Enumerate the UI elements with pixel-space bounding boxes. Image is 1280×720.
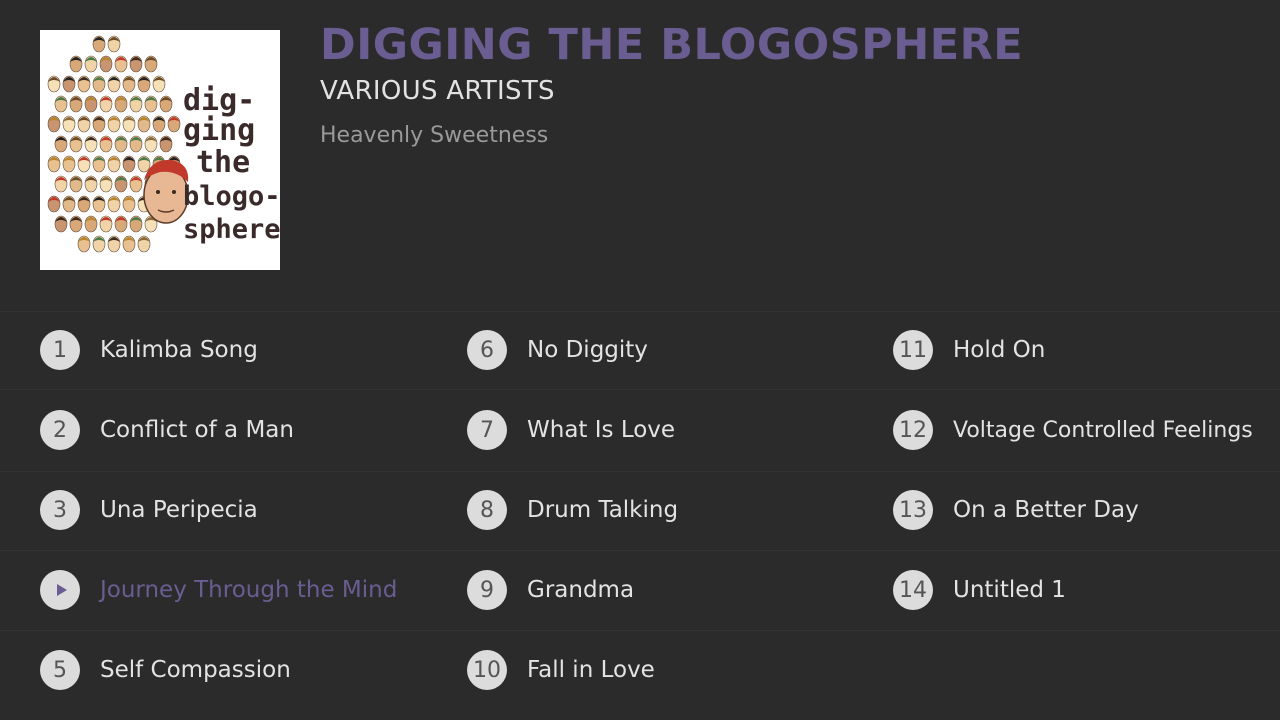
album-cover[interactable]: dig- ging the blogo- sphere <box>40 30 280 270</box>
album-artist[interactable]: VARIOUS ARTISTS <box>320 76 555 106</box>
track-number-badge: 10 <box>467 650 507 690</box>
play-icon <box>56 584 67 596</box>
track-number-badge: 11 <box>893 330 933 370</box>
track-title: Grandma <box>527 577 635 603</box>
track-row[interactable]: 6 No Diggity <box>467 310 648 390</box>
track-number-badge: 3 <box>40 490 80 530</box>
track-number-badge: 8 <box>467 490 507 530</box>
track-title: Drum Talking <box>527 497 679 523</box>
track-row[interactable]: 8 Drum Talking <box>467 470 678 550</box>
track-row[interactable]: 1 Kalimba Song <box>40 310 258 390</box>
track-row[interactable]: 5 Self Compassion <box>40 630 291 710</box>
track-number-badge: 7 <box>467 410 507 450</box>
track-number-badge: 5 <box>40 650 80 690</box>
cover-text-line: sphere <box>183 214 280 245</box>
track-title: Hold On <box>953 337 1046 363</box>
track-title: No Diggity <box>527 337 648 363</box>
album-cover-art: dig- ging the blogo- sphere <box>40 30 280 270</box>
track-title: Kalimba Song <box>100 337 258 363</box>
track-title: Untitled 1 <box>953 577 1066 603</box>
track-title: Fall in Love <box>527 657 655 683</box>
track-title: What Is Love <box>527 417 676 443</box>
track-title: Conflict of a Man <box>100 417 294 443</box>
track-title: On a Better Day <box>953 497 1139 523</box>
track-row[interactable]: 2 Conflict of a Man <box>40 390 294 470</box>
track-number-badge: 13 <box>893 490 933 530</box>
track-number-badge: 14 <box>893 570 933 610</box>
track-row[interactable]: 14 Untitled 1 <box>893 550 1066 630</box>
album-label[interactable]: Heavenly Sweetness <box>320 123 548 148</box>
track-title: Journey Through the Mind <box>100 577 398 603</box>
track-number-badge: 12 <box>893 410 933 450</box>
cover-text-line: the <box>196 145 250 180</box>
track-row[interactable]: 10 Fall in Love <box>467 630 655 710</box>
track-row[interactable]: 12 Voltage Controlled Feelings <box>893 390 1253 470</box>
track-number-badge: 9 <box>467 570 507 610</box>
cover-text-line: ging <box>183 113 255 148</box>
track-row[interactable]: 3 Una Peripecia <box>40 470 258 550</box>
track-title: Voltage Controlled Feelings <box>953 417 1253 443</box>
cover-text-line: blogo- <box>183 181 280 212</box>
track-number-badge: 1 <box>40 330 80 370</box>
track-row-now-playing[interactable]: Journey Through the Mind <box>40 550 397 630</box>
track-list: 1 Kalimba Song 2 Conflict of a Man 3 Una… <box>0 310 1280 720</box>
track-title: Una Peripecia <box>100 497 258 523</box>
album-title: DIGGING THE BLOGOSPHERE <box>320 20 1024 70</box>
track-number-badge: 6 <box>467 330 507 370</box>
track-title: Self Compassion <box>100 657 291 683</box>
track-row[interactable]: 11 Hold On <box>893 310 1045 390</box>
track-number-badge: 2 <box>40 410 80 450</box>
track-row[interactable]: 13 On a Better Day <box>893 470 1139 550</box>
album-header: dig- ging the blogo- sphere DIGGING THE … <box>0 0 1280 310</box>
track-row[interactable]: 7 What Is Love <box>467 390 675 470</box>
track-play-badge[interactable] <box>40 570 80 610</box>
track-row[interactable]: 9 Grandma <box>467 550 634 630</box>
